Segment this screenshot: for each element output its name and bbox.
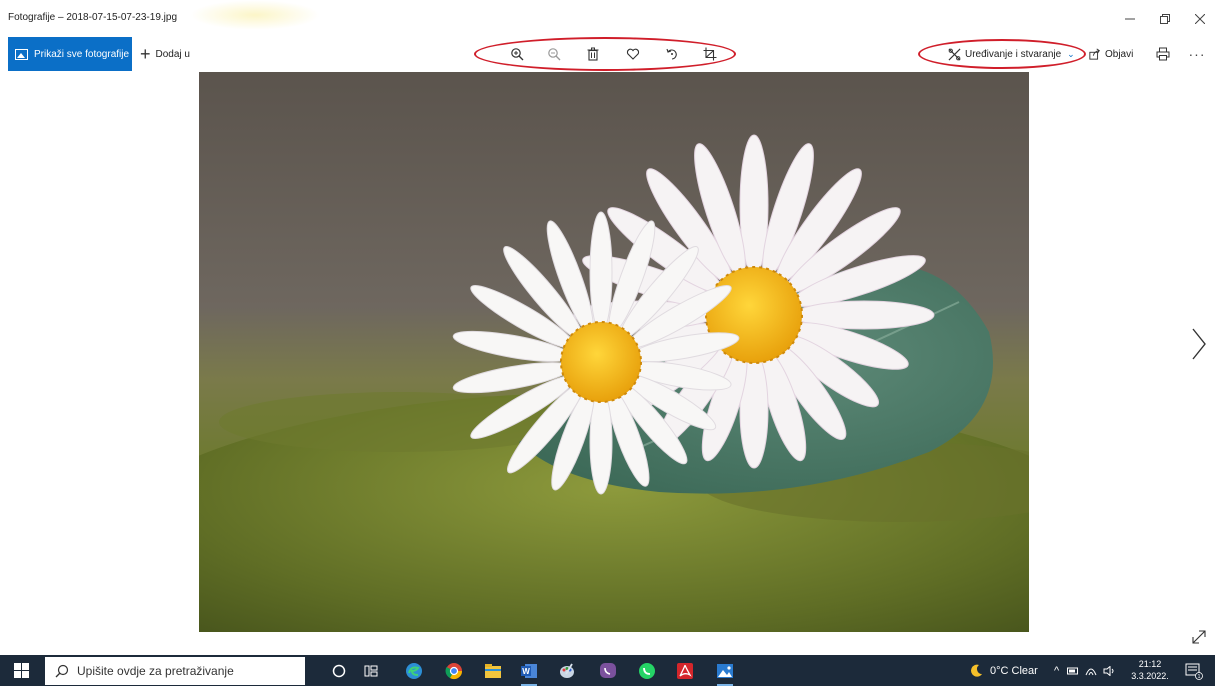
start-button[interactable] — [14, 663, 29, 678]
plus-icon: + — [140, 44, 151, 64]
viber-icon — [600, 663, 616, 678]
notification-count: 1 — [1198, 674, 1201, 680]
notifications-button[interactable]: 1 — [1185, 662, 1203, 680]
close-icon — [1195, 14, 1205, 24]
favorite-button[interactable] — [623, 44, 643, 64]
zoom-in-icon — [511, 48, 524, 61]
edit-create-icon — [948, 48, 961, 60]
title-bar: Fotografije – 2018-07-15-07-23-19.jpg — [0, 0, 1215, 36]
weather-widget[interactable]: 0°C Clear — [968, 655, 1038, 686]
maximize-button[interactable] — [1150, 6, 1180, 32]
chevron-down-icon: ⌄ — [1067, 48, 1075, 59]
search-icon — [55, 664, 69, 678]
full-screen-button[interactable] — [1190, 628, 1208, 646]
taskbar-search-box[interactable]: Upišite ovdje za pretraživanje — [45, 657, 305, 685]
see-all-photos-label: Prikaži sve fotografije — [34, 48, 130, 60]
title-bar-glow — [190, 0, 320, 30]
rotate-icon — [666, 48, 677, 60]
windows-logo-icon — [14, 663, 29, 678]
volume-icon[interactable] — [1103, 665, 1115, 676]
chrome-button[interactable] — [443, 660, 465, 682]
command-bar: Prikaži sve fotografije + Dodaj u Uređiv… — [0, 36, 1215, 72]
paint-app-button[interactable] — [556, 660, 578, 682]
add-to-label: Dodaj u — [155, 48, 190, 60]
edit-and-create-button[interactable]: Uređivanje i stvaranje ⌄ — [948, 45, 1075, 63]
cortana-icon — [332, 664, 346, 678]
zoom-out-button[interactable] — [544, 44, 564, 64]
add-to-button[interactable]: + Dodaj u — [140, 44, 190, 64]
edit-and-create-label: Uređivanje i stvaranje — [965, 48, 1062, 60]
wifi-icon[interactable] — [1085, 666, 1097, 676]
photos-button[interactable] — [714, 660, 736, 686]
heart-icon — [626, 48, 640, 60]
photo-viewer-image[interactable] — [199, 72, 1029, 632]
svg-text:W: W — [522, 667, 530, 676]
weather-text: 0°C Clear — [990, 664, 1038, 677]
acrobat-button[interactable] — [674, 660, 696, 682]
expand-icon — [1192, 630, 1206, 644]
search-placeholder: Upišite ovdje za pretraživanje — [77, 664, 234, 678]
folder-icon — [485, 664, 501, 678]
edge-button[interactable] — [403, 660, 425, 682]
crop-button[interactable] — [700, 44, 720, 64]
task-view-icon — [364, 665, 378, 677]
palette-icon — [560, 663, 574, 678]
system-tray-icons: ^ — [1054, 655, 1115, 686]
battery-icon[interactable] — [1067, 666, 1079, 676]
picture-icon — [15, 48, 28, 60]
whatsapp-icon — [639, 663, 655, 679]
viber-button[interactable] — [597, 660, 619, 682]
see-all-photos-button[interactable]: Prikaži sve fotografije — [8, 37, 132, 71]
notification-icon: 1 — [1185, 663, 1203, 680]
word-button[interactable]: W — [518, 660, 540, 686]
chevron-up-icon[interactable]: ^ — [1054, 665, 1059, 677]
zoom-in-button[interactable] — [507, 44, 527, 64]
more-options-button[interactable]: ··· — [1186, 44, 1208, 64]
share-label: Objavi — [1105, 48, 1134, 60]
task-view-button[interactable] — [360, 660, 382, 682]
daisies-photo — [199, 72, 1029, 632]
print-button[interactable] — [1153, 44, 1173, 64]
window-title: Fotografije – 2018-07-15-07-23-19.jpg — [8, 12, 177, 23]
acrobat-icon — [677, 663, 693, 679]
close-button[interactable] — [1185, 6, 1215, 32]
photos-icon — [717, 664, 733, 678]
print-icon — [1156, 47, 1170, 61]
minimize-button[interactable] — [1115, 6, 1145, 32]
clock[interactable]: 21:12 3.3.2022. — [1130, 658, 1170, 682]
chevron-right-icon — [1192, 328, 1206, 360]
zoom-out-icon — [548, 48, 561, 61]
clock-time: 21:12 — [1138, 659, 1162, 669]
photos-window: Fotografije – 2018-07-15-07-23-19.jpg Pr… — [0, 0, 1215, 655]
rotate-button[interactable] — [662, 44, 682, 64]
word-icon: W — [521, 664, 537, 678]
whatsapp-button[interactable] — [636, 660, 658, 682]
edge-icon — [406, 663, 422, 679]
taskbar: Upišite ovdje za pretraživanje W 0°C Cle… — [0, 655, 1215, 686]
delete-icon — [587, 47, 599, 61]
clock-date: 3.3.2022. — [1131, 671, 1169, 681]
next-photo-button[interactable] — [1184, 324, 1214, 364]
file-explorer-button[interactable] — [482, 660, 504, 682]
crop-icon — [703, 47, 717, 61]
moon-icon — [971, 664, 982, 677]
cortana-button[interactable] — [328, 660, 350, 682]
chrome-icon — [445, 663, 463, 680]
delete-button[interactable] — [583, 44, 603, 64]
minimize-icon — [1125, 18, 1135, 20]
share-icon — [1089, 48, 1100, 60]
restore-icon — [1160, 14, 1170, 24]
share-button[interactable]: Objavi — [1089, 45, 1133, 63]
